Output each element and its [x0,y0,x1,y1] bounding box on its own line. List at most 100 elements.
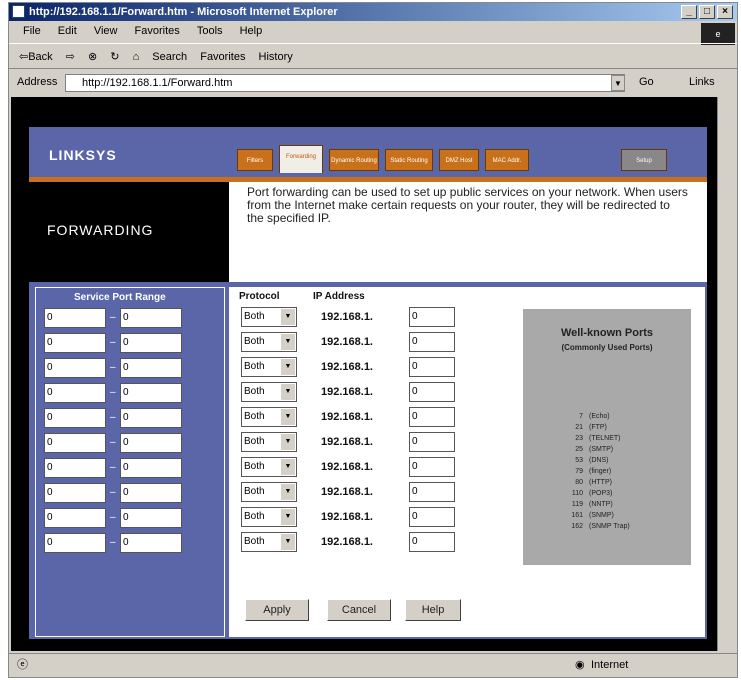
tab-filters[interactable]: Filters [237,149,273,171]
search-button[interactable]: Search [152,51,187,63]
minimize-button[interactable]: _ [681,5,697,19]
ip-last-octet-input[interactable]: 0 [409,507,455,527]
protocol-select[interactable]: Both ▼ [241,482,297,502]
port-start-input[interactable]: 0 [44,458,106,478]
port-end-input[interactable]: 0 [120,533,182,553]
ip-last-octet-input[interactable]: 0 [409,382,455,402]
port-end-input[interactable]: 0 [120,458,182,478]
dropdown-arrow-icon[interactable]: ▼ [281,384,295,400]
apply-button[interactable]: Apply [245,599,309,621]
port-service-name: (POP3) [589,490,613,497]
port-end-input[interactable]: 0 [120,333,182,353]
history-button[interactable]: History [259,51,293,63]
port-end-input[interactable]: 0 [120,433,182,453]
dropdown-arrow-icon[interactable]: ▼ [281,359,295,375]
port-end-input[interactable]: 0 [120,408,182,428]
port-start-input[interactable]: 0 [44,483,106,503]
close-button[interactable]: × [717,5,733,19]
dropdown-arrow-icon[interactable]: ▼ [281,409,295,425]
port-end-input[interactable]: 0 [120,383,182,403]
port-start-input[interactable]: 0 [44,358,106,378]
forward-button[interactable]: ⇨ [66,51,75,63]
menu-view[interactable]: View [94,25,118,37]
port-end-input[interactable]: 0 [120,358,182,378]
range-separator: – [110,337,116,348]
ip-last-octet-input[interactable]: 0 [409,532,455,552]
ip-last-octet-input[interactable]: 0 [409,432,455,452]
protocol-select[interactable]: Both ▼ [241,407,297,427]
tab-setup[interactable]: Setup [621,149,667,171]
menu-tools[interactable]: Tools [197,25,223,37]
well-known-ports-box: Well-known Ports (Commonly Used Ports) 7… [523,309,691,565]
maximize-button[interactable]: □ [699,5,715,19]
port-service-name: (SMTP) [589,446,614,453]
go-button[interactable]: Go [639,76,654,88]
range-separator: – [110,537,116,548]
port-end-input[interactable]: 0 [120,308,182,328]
port-service-name: (SNMP) [589,512,614,519]
port-start-input[interactable]: 0 [44,508,106,528]
menu-bar: File Edit View Favorites Tools Help [9,22,737,40]
port-start-input[interactable]: 0 [44,433,106,453]
dropdown-arrow-icon[interactable]: ▼ [281,484,295,500]
tab-mac-clone[interactable]: MAC Addr. Clone [485,149,529,186]
tab-forwarding[interactable]: Forwarding [279,145,323,173]
refresh-button[interactable]: ↻ [110,51,119,63]
ip-prefix: 192.168.1. [321,311,373,323]
port-start-input[interactable]: 0 [44,533,106,553]
router-page: LINKSYS Filters Forwarding Dynamic Routi… [29,127,707,639]
port-start-input[interactable]: 0 [44,333,106,353]
home-button[interactable]: ⌂ [133,51,140,63]
protocol-select[interactable]: Both ▼ [241,507,297,527]
protocol-select[interactable]: Both ▼ [241,457,297,477]
port-service-name: (SNMP Trap) [589,523,630,530]
menu-help[interactable]: Help [240,25,263,37]
address-input[interactable]: http://192.168.1.1/Forward.htm [65,74,625,92]
dropdown-arrow-icon[interactable]: ▼ [281,459,295,475]
ip-last-octet-input[interactable]: 0 [409,307,455,327]
cancel-button[interactable]: Cancel [327,599,391,621]
ip-last-octet-input[interactable]: 0 [409,357,455,377]
protocol-value: Both [244,461,265,472]
dropdown-arrow-icon[interactable]: ▼ [281,309,295,325]
protocol-select[interactable]: Both ▼ [241,432,297,452]
menu-edit[interactable]: Edit [58,25,77,37]
port-start-input[interactable]: 0 [44,408,106,428]
ip-last-octet-input[interactable]: 0 [409,482,455,502]
protocol-select[interactable]: Both ▼ [241,357,297,377]
service-port-range-header: Service Port Range [74,292,166,303]
protocol-select[interactable]: Both ▼ [241,382,297,402]
back-button[interactable]: ⇦Back [19,51,53,63]
well-known-title: Well-known Ports [560,327,654,339]
port-number: 53 [575,457,583,464]
menu-favorites[interactable]: Favorites [135,25,180,37]
protocol-select[interactable]: Both ▼ [241,332,297,352]
help-button[interactable]: Help [405,599,461,621]
section-title-box: FORWARDING [29,182,229,282]
tab-dmz-host[interactable]: DMZ Host [439,149,479,171]
protocol-select[interactable]: Both ▼ [241,532,297,552]
port-end-input[interactable]: 0 [120,508,182,528]
port-end-input[interactable]: 0 [120,483,182,503]
ip-last-octet-input[interactable]: 0 [409,407,455,427]
dropdown-arrow-icon[interactable]: ▼ [281,534,295,550]
ip-last-octet-input[interactable]: 0 [409,332,455,352]
ip-last-octet-input[interactable]: 0 [409,457,455,477]
port-number: 79 [575,468,583,475]
tab-dynamic-routing[interactable]: Dynamic Routing [329,149,379,171]
port-service-name: (FTP) [589,424,607,431]
port-start-input[interactable]: 0 [44,383,106,403]
favorites-button[interactable]: Favorites [200,51,245,63]
stop-button[interactable]: ⊗ [88,51,97,63]
linksys-logo: LINKSYS [49,147,117,163]
vertical-scrollbar[interactable] [717,97,735,651]
dropdown-arrow-icon[interactable]: ▼ [281,434,295,450]
dropdown-arrow-icon[interactable]: ▼ [281,334,295,350]
address-dropdown-icon[interactable]: ▼ [611,75,625,91]
links-button[interactable]: Links [689,76,715,88]
tab-static-routing[interactable]: Static Routing [385,149,433,171]
protocol-select[interactable]: Both ▼ [241,307,297,327]
port-start-input[interactable]: 0 [44,308,106,328]
dropdown-arrow-icon[interactable]: ▼ [281,509,295,525]
menu-file[interactable]: File [23,25,41,37]
